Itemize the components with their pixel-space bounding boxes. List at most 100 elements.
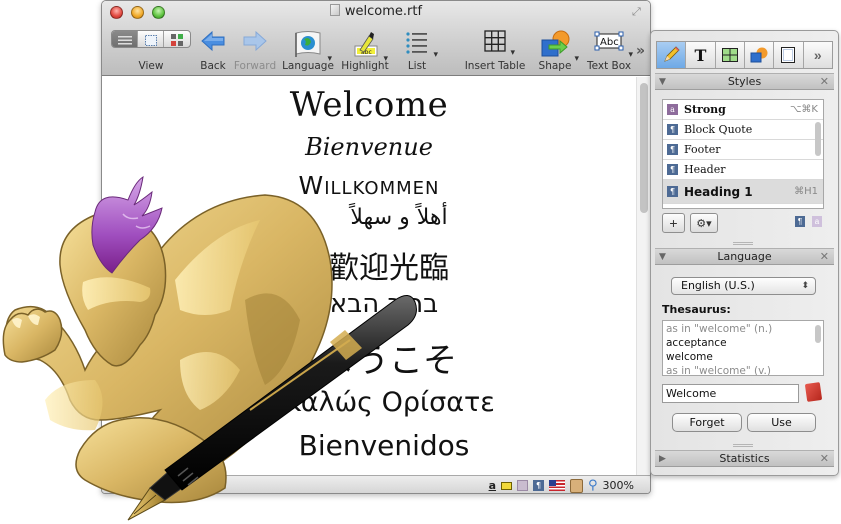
insert-table-label: Insert Table [464, 60, 526, 72]
style-name: Heading 1 [684, 184, 753, 199]
text-box-button[interactable]: Abc Text Box [586, 27, 633, 75]
style-name: Header [684, 163, 726, 176]
character-filter-icon[interactable]: a [812, 216, 822, 227]
list-button[interactable]: List [400, 27, 438, 75]
use-button[interactable]: Use [747, 413, 816, 432]
ruler-icon[interactable] [501, 481, 513, 490]
statistics-section-header[interactable]: ▶ Statistics ✕ [655, 450, 834, 467]
back-label: Back [200, 60, 226, 72]
tab-shapes[interactable] [745, 42, 775, 68]
table-icon [721, 48, 738, 62]
document-icon [329, 4, 340, 16]
plus-icon: + [669, 215, 678, 231]
doc-line-chinese: 歡迎光臨 [329, 251, 449, 286]
paragraph-style-icon: ¶ [667, 186, 678, 197]
doc-line-english: Welcome [289, 85, 449, 125]
style-actions-button[interactable]: ⚙▾ [690, 213, 718, 233]
document-scrollbar[interactable] [636, 77, 650, 475]
styles-scrollbar-thumb[interactable] [815, 122, 821, 156]
forward-button[interactable]: Forward [234, 27, 276, 75]
style-name: Footer [684, 143, 721, 156]
thesaurus-scrollbar-thumb[interactable] [815, 325, 821, 343]
tab-layout[interactable] [774, 42, 804, 68]
language-button[interactable]: Language [282, 27, 334, 75]
thesaurus-item[interactable]: welcome [666, 350, 820, 364]
zoom-level[interactable]: 300% [603, 479, 634, 492]
style-item-block-quote[interactable]: ¶ Block Quote [663, 120, 823, 140]
statistics-title: Statistics [719, 452, 770, 465]
thesaurus-item[interactable]: acceptance [666, 336, 820, 350]
character-style-icon[interactable]: a [489, 479, 496, 492]
insert-table-button[interactable]: Insert Table [464, 27, 526, 75]
logo-fist [2, 308, 63, 363]
list-label: List [407, 60, 427, 72]
language-label: Language [282, 60, 334, 72]
styles-section-header[interactable]: ▼ Styles ✕ [655, 73, 834, 90]
collapse-triangle-icon[interactable]: ▼ [659, 249, 666, 265]
language-select[interactable]: English (U.S.) ⬍ [671, 277, 816, 295]
status-bar: a ¶ ⚲ 300% [102, 475, 650, 493]
document-body[interactable]: Welcome Bienvenue Willkommen أهلاً و سهل… [102, 77, 636, 475]
view-layout-icon[interactable] [138, 31, 164, 47]
dictionary-icon[interactable] [804, 382, 823, 402]
clipboard-icon[interactable] [570, 478, 584, 493]
close-section-icon[interactable]: ✕ [820, 451, 829, 467]
char-style-swatch-icon[interactable] [517, 480, 529, 491]
collapse-triangle-icon[interactable]: ▼ [659, 74, 666, 90]
select-arrows-icon: ⬍ [801, 281, 809, 291]
close-section-icon[interactable]: ✕ [820, 74, 829, 90]
style-item-strong[interactable]: a Strong ⌥⌘K [663, 100, 823, 120]
tab-more[interactable]: » [804, 42, 832, 68]
shape-button[interactable]: Shape [535, 27, 579, 75]
paragraph-filter-icon[interactable]: ¶ [795, 216, 805, 227]
thesaurus-list[interactable]: as in "welcome" (n.) acceptance welcome … [662, 320, 824, 376]
style-item-footer[interactable]: ¶ Footer [663, 140, 823, 160]
table-grid-icon [484, 30, 515, 58]
view-segmented-control[interactable] [111, 30, 191, 48]
styles-list[interactable]: a Strong ⌥⌘K ¶ Block Quote ¶ Footer ¶ He… [662, 99, 824, 209]
svg-text:Abc: Abc [600, 37, 619, 48]
tab-table[interactable] [716, 42, 745, 68]
style-item-header[interactable]: ¶ Header [663, 160, 823, 180]
forward-arrow-icon [242, 30, 268, 55]
forget-button[interactable]: Forget [672, 413, 742, 432]
doc-line-arabic: أهلاً و سهلاً [350, 205, 448, 230]
back-button[interactable]: Back [198, 27, 228, 75]
view-label: View [138, 60, 164, 72]
language-selected-value: English (U.S.) [681, 279, 755, 292]
view-control[interactable]: View [110, 27, 192, 75]
style-item-heading-1[interactable]: ¶ Heading 1 ⌘H1 [663, 180, 823, 204]
view-page-icon[interactable] [112, 31, 138, 47]
section-resize-handle[interactable] [733, 242, 753, 245]
fullscreen-icon[interactable]: ⤢ [632, 6, 644, 18]
title-bar: welcome.rtf ⤢ View Back Forward ▾ Langua… [102, 1, 650, 76]
language-section-header[interactable]: ▼ Language ✕ [655, 248, 834, 265]
paragraph-style-icon[interactable]: ¶ [533, 480, 545, 491]
section-resize-handle[interactable] [733, 444, 753, 447]
shape-icon [540, 30, 579, 64]
toolbar-overflow-button[interactable]: » [634, 27, 648, 75]
window-title-text: welcome.rtf [344, 4, 423, 19]
language-title: Language [717, 250, 772, 263]
window-title: welcome.rtf [102, 4, 650, 19]
close-section-icon[interactable]: ✕ [820, 249, 829, 265]
word-field[interactable]: Welcome [662, 384, 799, 403]
overflow-chevron-icon: » [636, 43, 646, 59]
thesaurus-header: as in "welcome" (n.) [666, 323, 773, 335]
scrollbar-thumb[interactable] [640, 83, 648, 213]
pencil-icon [664, 46, 680, 62]
thesaurus-header: as in "welcome" (v.) [666, 365, 771, 376]
paragraph-style-icon: ¶ [667, 144, 678, 155]
doc-line-greek: Καλώς Ορίσατε [283, 387, 495, 418]
view-thumbnails-icon[interactable] [164, 31, 190, 47]
expand-triangle-icon[interactable]: ▶ [659, 451, 666, 467]
zoom-magnifier-icon[interactable]: ⚲ [588, 478, 598, 493]
gear-icon: ⚙▾ [696, 217, 712, 230]
tab-pencil[interactable] [657, 42, 687, 68]
inspector-panel: T » ▼ Styles ✕ a Strong ⌥⌘K ¶ Block Quot… [650, 30, 839, 476]
add-style-button[interactable]: + [662, 213, 685, 233]
highlight-button[interactable]: abc Highlight [341, 27, 389, 75]
text-box-icon: Abc [594, 30, 633, 60]
us-flag-icon[interactable] [549, 480, 566, 491]
tab-text[interactable]: T [686, 42, 716, 68]
